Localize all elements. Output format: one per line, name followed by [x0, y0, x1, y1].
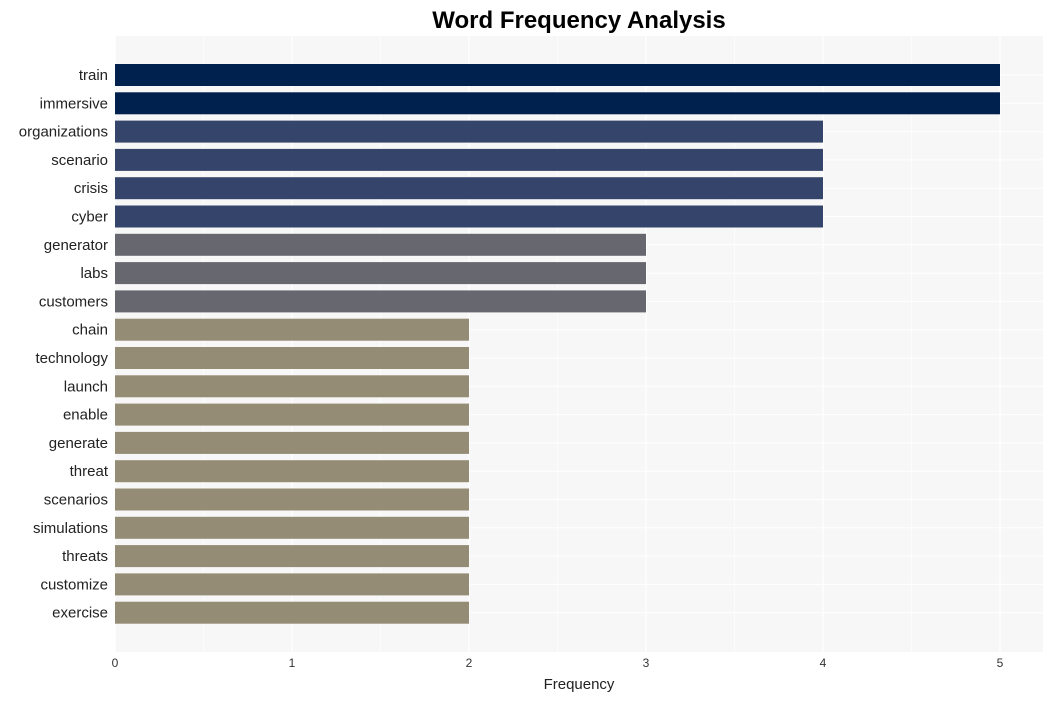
- category-label: customize: [40, 576, 108, 593]
- category-label: exercise: [52, 605, 108, 622]
- x-tick-label: 4: [820, 656, 827, 670]
- bar-customers: [115, 290, 646, 313]
- x-tick-label: 0: [112, 656, 119, 670]
- bar-generate: [115, 431, 469, 454]
- bar-organizations: [115, 120, 823, 143]
- bar-threat: [115, 460, 469, 483]
- category-label: crisis: [74, 180, 108, 197]
- bar-technology: [115, 347, 469, 369]
- category-label: scenarios: [44, 492, 108, 509]
- category-label: generator: [44, 237, 108, 254]
- bar-scenarios: [115, 488, 469, 511]
- bar-chain: [115, 318, 469, 341]
- bar-simulations: [115, 516, 469, 539]
- category-label: chain: [72, 322, 108, 339]
- category-label: organizations: [19, 124, 108, 141]
- x-tick-label: 1: [289, 656, 296, 670]
- x-tick-label: 5: [997, 656, 1004, 670]
- bar-enable: [115, 403, 469, 426]
- category-labels: train immersive organizations scenario crisi…: [19, 67, 109, 622]
- bar-customize: [115, 573, 469, 596]
- category-label: labs: [80, 265, 108, 282]
- category-label: launch: [64, 378, 108, 395]
- x-axis-ticks: 0 1 2 3 4 5: [112, 656, 1004, 670]
- category-label: simulations: [33, 520, 108, 537]
- bar-train: [115, 64, 1000, 86]
- category-label: scenario: [51, 152, 108, 169]
- category-label: customers: [39, 293, 108, 310]
- bar-cyber: [115, 205, 823, 228]
- bar-threats: [115, 545, 469, 568]
- bar-generator: [115, 233, 646, 256]
- category-label: threats: [62, 548, 108, 565]
- category-label: technology: [35, 350, 108, 367]
- bar-labs: [115, 262, 646, 285]
- chart-title: Word Frequency Analysis: [432, 7, 725, 34]
- bar-crisis: [115, 177, 823, 200]
- category-label: train: [79, 67, 108, 84]
- x-tick-label: 3: [643, 656, 650, 670]
- category-label: threat: [70, 463, 109, 480]
- bar-launch: [115, 375, 469, 398]
- word-frequency-chart: train immersive organizations scenario crisi…: [19, 7, 1043, 693]
- category-label: enable: [63, 407, 108, 424]
- x-tick-label: 2: [466, 656, 473, 670]
- category-label: generate: [49, 435, 108, 452]
- category-label: immersive: [40, 95, 108, 112]
- category-label: cyber: [71, 209, 108, 226]
- x-axis-label: Frequency: [544, 676, 615, 693]
- bar-scenario: [115, 148, 823, 171]
- bar-exercise: [115, 601, 469, 624]
- bar-immersive: [115, 92, 1000, 115]
